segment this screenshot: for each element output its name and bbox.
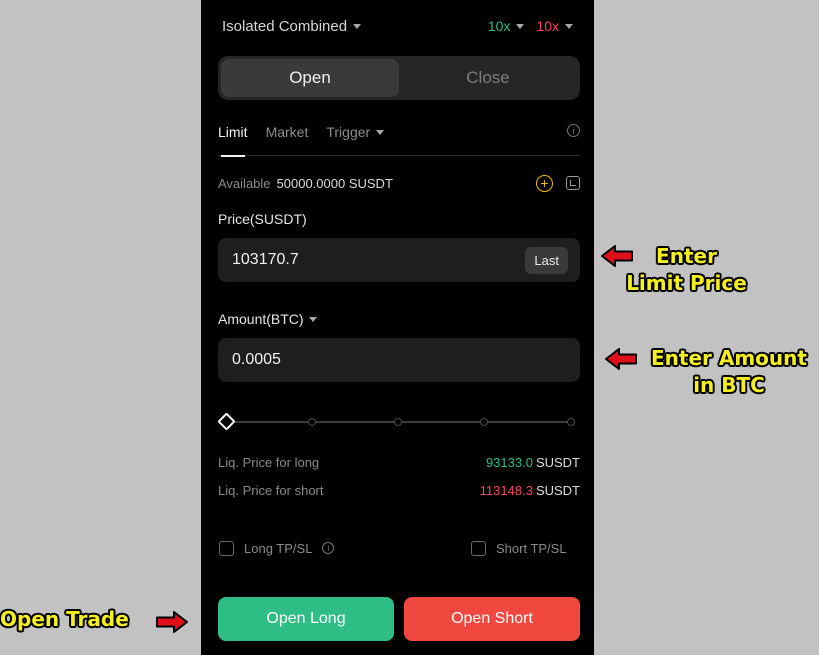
annotation-amount-line2: in BTC <box>693 373 765 397</box>
annotation-limit-price-line1: Enter <box>656 244 717 268</box>
slider-stop-75[interactable] <box>480 418 488 426</box>
liq-long-value: 93133.0 <box>485 454 533 470</box>
leverage-long-label: 10x <box>487 18 511 34</box>
tab-trigger[interactable]: Trigger <box>326 118 385 156</box>
tab-limit-label: Limit <box>218 124 248 140</box>
available-value: 50000.0000 SUSDT <box>276 175 393 191</box>
slider-stop-50[interactable] <box>394 418 402 426</box>
tab-limit[interactable]: Limit <box>218 118 248 157</box>
amount-unit-dropdown[interactable]: Amount(BTC) <box>218 311 317 327</box>
slider-stop-25[interactable] <box>308 418 316 426</box>
long-tpsl-label: Long TP/SL <box>244 540 313 556</box>
long-tpsl-checkbox[interactable] <box>219 540 234 556</box>
open-close-toggle: Open Close <box>218 56 580 100</box>
arrow-right-icon <box>156 611 188 633</box>
long-tpsl-option[interactable]: Long TP/SL i <box>219 539 335 557</box>
liq-short-unit: SUSDT <box>535 482 580 498</box>
annotation-limit-price: Enter Limit Price <box>615 243 758 297</box>
annotation-open-trade: Open Trade <box>0 607 129 631</box>
trade-panel: Isolated Combined 10x 10x Open Close Lim… <box>201 0 594 655</box>
chevron-down-icon <box>376 130 385 135</box>
short-tpsl-checkbox[interactable] <box>471 540 486 556</box>
top-bar: Isolated Combined 10x 10x <box>222 16 573 36</box>
amount-input[interactable] <box>232 351 566 369</box>
liq-price-long-row: Liq. Price for long 93133.0 SUSDT <box>218 453 580 471</box>
short-tpsl-label: Short TP/SL <box>496 540 567 556</box>
price-field[interactable]: Last <box>218 238 580 282</box>
info-icon[interactable]: i <box>567 124 580 137</box>
amount-slider[interactable] <box>217 412 580 431</box>
leverage-long-dropdown[interactable]: 10x <box>488 18 525 34</box>
slider-handle[interactable] <box>217 412 236 431</box>
chevron-down-icon <box>565 23 573 29</box>
chevron-down-icon <box>353 23 362 29</box>
tab-market[interactable]: Market <box>266 118 309 156</box>
add-funds-icon[interactable]: + <box>536 174 553 192</box>
open-short-button[interactable]: Open Short <box>404 597 580 641</box>
liq-long-unit: SUSDT <box>535 454 580 470</box>
available-balance: Available 50000.0000 SUSDT + <box>218 173 580 193</box>
liq-price-short-row: Liq. Price for short 113148.3 SUSDT <box>218 481 580 499</box>
info-icon[interactable]: i <box>322 542 335 554</box>
margin-mode-dropdown[interactable]: Isolated Combined <box>222 17 362 35</box>
chevron-down-icon <box>516 23 525 29</box>
last-price-button[interactable]: Last <box>525 246 568 274</box>
balance-actions: + <box>536 174 580 192</box>
close-tab[interactable]: Close <box>399 59 577 97</box>
tab-market-label: Market <box>265 124 309 140</box>
leverage-group: 10x 10x <box>488 18 573 34</box>
amount-label: Amount(BTC) <box>218 311 304 327</box>
available-label: Available <box>218 175 271 191</box>
liq-short-value: 113148.3 <box>479 482 533 498</box>
amount-field[interactable] <box>218 338 580 382</box>
leverage-short-dropdown[interactable]: 10x <box>536 18 573 34</box>
leverage-short-label: 10x <box>536 18 559 34</box>
annotation-limit-price-line2: Limit Price <box>626 271 747 295</box>
margin-mode-label: Isolated Combined <box>222 17 348 35</box>
annotation-amount: Enter Amount in BTC <box>640 345 818 399</box>
slider-stop-100[interactable] <box>567 418 575 426</box>
open-long-button[interactable]: Open Long <box>218 597 394 641</box>
chevron-down-icon <box>308 316 317 322</box>
calculator-icon[interactable] <box>566 176 580 190</box>
liq-long-label: Liq. Price for long <box>218 454 320 470</box>
short-tpsl-option[interactable]: Short TP/SL <box>471 539 567 557</box>
price-label: Price(SUSDT) <box>218 211 307 227</box>
open-tab[interactable]: Open <box>221 59 399 97</box>
price-input[interactable] <box>232 251 526 269</box>
arrow-left-icon <box>605 348 637 370</box>
tab-trigger-label: Trigger <box>326 124 371 140</box>
annotation-amount-line1: Enter Amount <box>651 346 807 370</box>
order-type-tabs: Limit Market Trigger i <box>218 118 580 157</box>
liq-short-label: Liq. Price for short <box>218 482 324 498</box>
